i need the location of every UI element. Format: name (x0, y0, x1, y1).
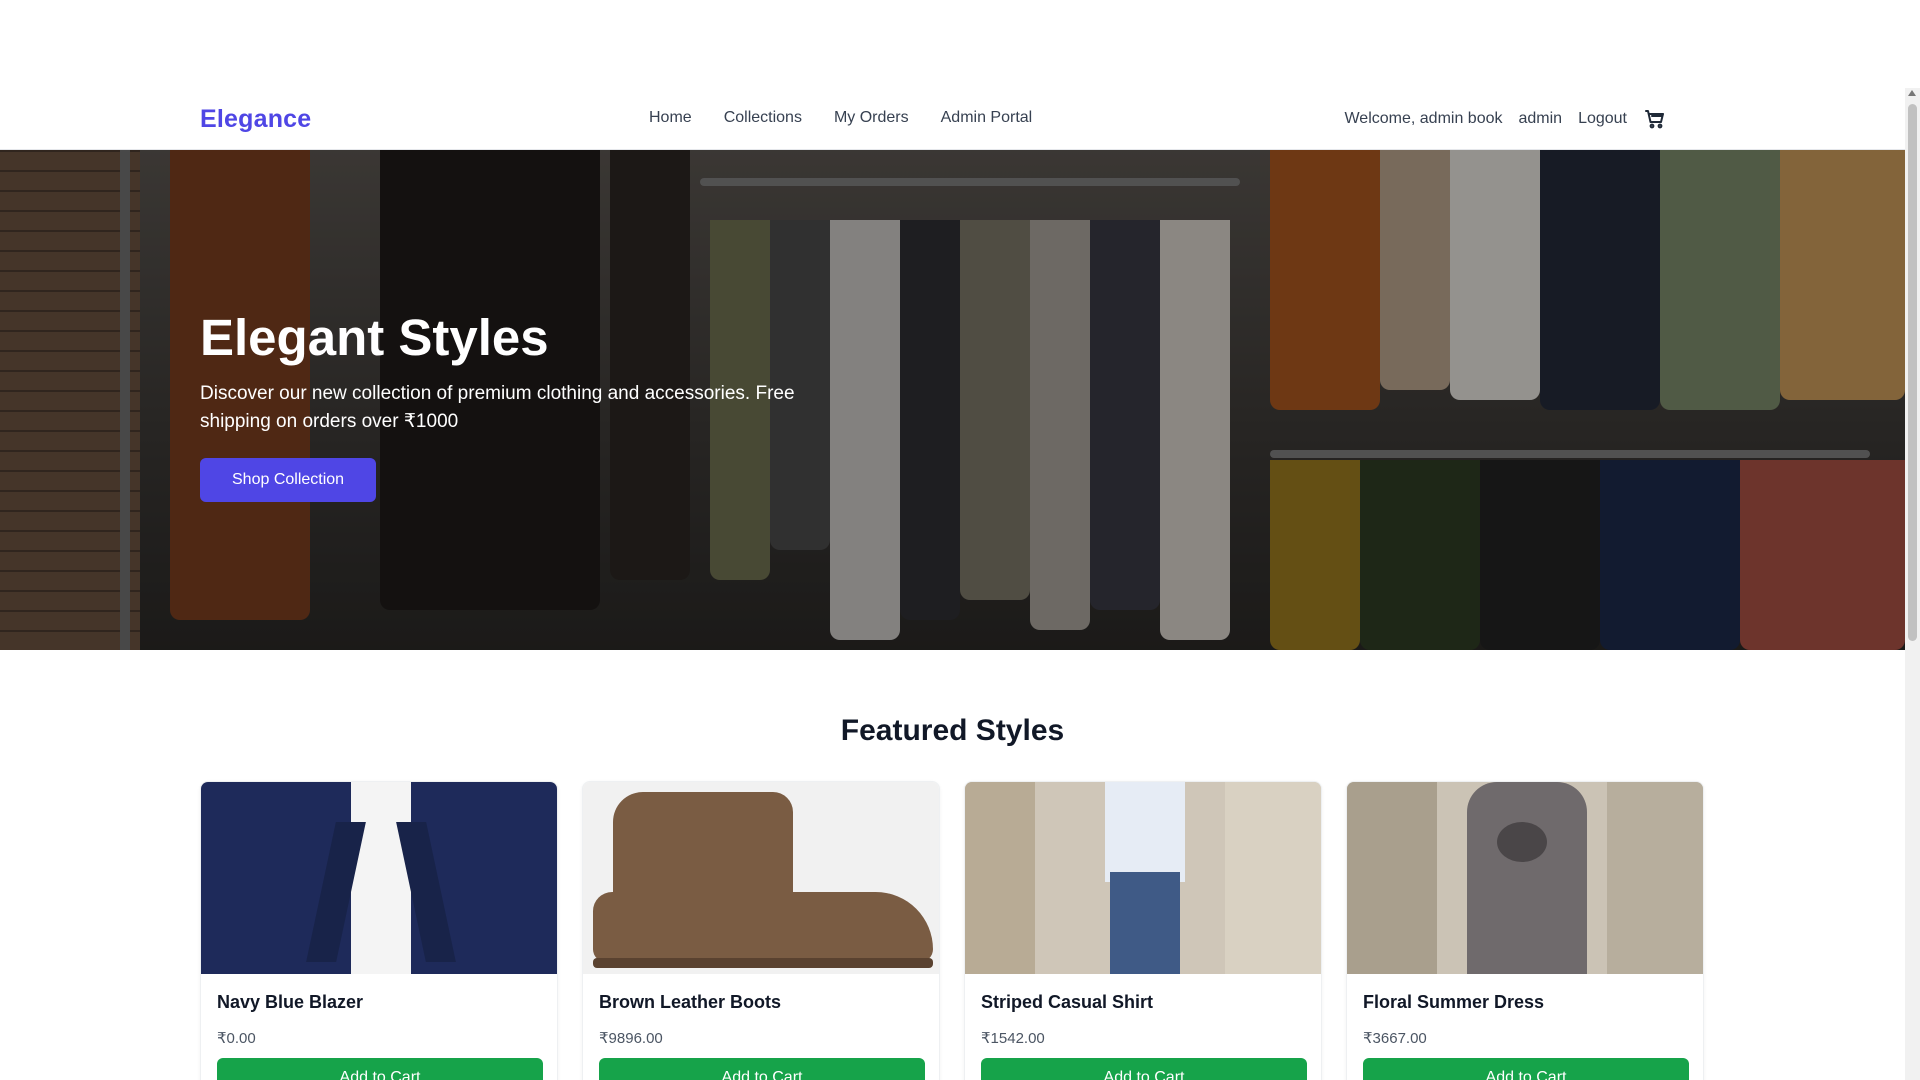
navbar: Elegance Home Collections My Orders Admi… (0, 92, 1905, 150)
main-nav: Home Collections My Orders Admin Portal (649, 109, 1032, 127)
hero-subtitle: Discover our new collection of premium c… (200, 383, 795, 433)
add-to-cart-button[interactable]: Add to Cart (1363, 1058, 1689, 1080)
welcome-text: Welcome, admin book (1344, 110, 1503, 127)
hero-content: Elegant Styles Discover our new collecti… (200, 309, 900, 503)
product-grid: Navy Blue Blazer ₹0.00 Add to Cart Brown… (200, 781, 1704, 1080)
product-price: ₹0.00 (217, 1030, 256, 1047)
product-name: Striped Casual Shirt (981, 992, 1154, 1012)
product-image[interactable] (583, 782, 939, 974)
brand-logo[interactable]: Elegance (200, 105, 311, 134)
add-to-cart-button[interactable]: Add to Cart (599, 1058, 925, 1080)
user-link[interactable]: admin (1518, 110, 1562, 128)
add-to-cart-button[interactable]: Add to Cart (981, 1058, 1307, 1080)
product-name: Floral Summer Dress (1363, 992, 1545, 1012)
product-price: ₹3667.00 (1363, 1030, 1427, 1047)
hero-title: Elegant Styles (200, 309, 549, 366)
product-card[interactable]: Striped Casual Shirt ₹1542.00 Add to Car… (964, 781, 1322, 1080)
nav-home[interactable]: Home (649, 109, 692, 127)
product-price: ₹9896.00 (599, 1030, 663, 1047)
scroll-up-arrow-icon[interactable] (1908, 90, 1916, 96)
scroll-thumb[interactable] (1908, 104, 1917, 641)
product-price: ₹1542.00 (981, 1030, 1045, 1047)
product-card[interactable]: Navy Blue Blazer ₹0.00 Add to Cart (200, 781, 558, 1080)
nav-admin-portal[interactable]: Admin Portal (941, 109, 1033, 127)
product-image[interactable] (201, 782, 557, 974)
shopping-cart-icon[interactable] (1643, 107, 1667, 131)
product-name: Brown Leather Boots (599, 992, 782, 1012)
product-image[interactable] (965, 782, 1321, 974)
product-card[interactable]: Brown Leather Boots ₹9896.00 Add to Cart (582, 781, 940, 1080)
logout-link[interactable]: Logout (1578, 110, 1627, 128)
top-spacer (0, 0, 1920, 92)
add-to-cart-button[interactable]: Add to Cart (217, 1058, 543, 1080)
nav-my-orders[interactable]: My Orders (834, 109, 909, 127)
user-area: Welcome, admin book admin Logout (1344, 107, 1667, 131)
product-name: Navy Blue Blazer (217, 992, 364, 1012)
hero-banner: Elegant Styles Discover our new collecti… (0, 150, 1905, 650)
featured-title: Featured Styles (840, 714, 1065, 747)
page-scrollbar[interactable] (1905, 88, 1920, 1080)
nav-collections[interactable]: Collections (724, 109, 802, 127)
product-image[interactable] (1347, 782, 1703, 974)
shop-collection-button[interactable]: Shop Collection (200, 458, 377, 503)
product-card[interactable]: Floral Summer Dress ₹3667.00 Add to Cart (1346, 781, 1704, 1080)
